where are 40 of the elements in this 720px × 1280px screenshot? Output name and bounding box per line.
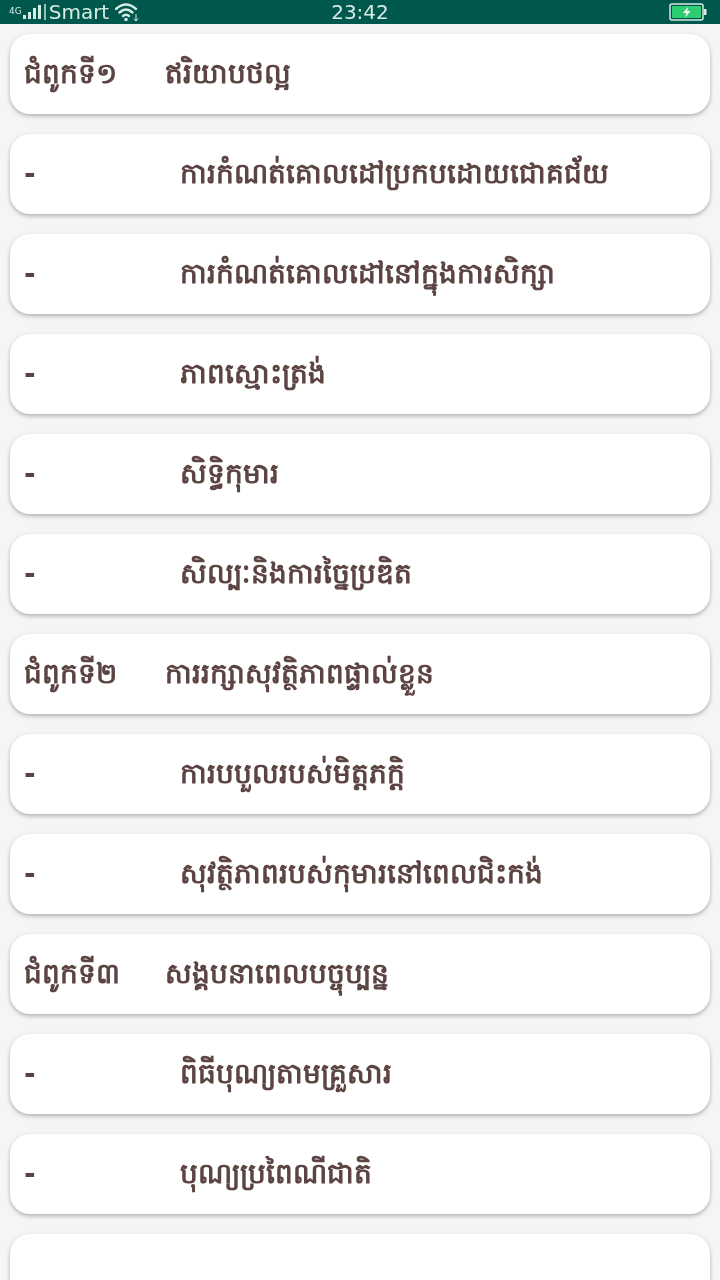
chapter-number: ជំពូកទី១ [24,53,165,95]
dash-marker: - [24,1156,37,1192]
lesson-title: ពិធីបុណ្យតាមគ្រួសារ [180,1053,392,1095]
lesson-title: បុណ្យប្រពៃណីជាតិ [180,1153,372,1195]
lesson-title: ភាពស្មោះត្រង់ [180,354,326,393]
dash-marker: - [24,756,37,792]
dash-marker: - [24,556,37,592]
chapter-item[interactable]: ជំពូកទី២ ការរក្សាសុវត្ថិភាពផ្ទាល់ខ្លួន [10,634,710,714]
chapter-item[interactable]: ជំពូកទី១ ឥរិយាបថល្អ [10,34,710,114]
lesson-item[interactable]: - បុណ្យប្រពៃណីជាតិ [10,1134,710,1214]
lesson-item[interactable]: - ភាពស្មោះត្រង់ [10,334,710,414]
chapter-item[interactable]: ជំពូកទី៣ សង្គបនាពេលបច្ចុប្បន្ន [10,934,710,1014]
lesson-title: ការកំណត់គោលដៅប្រកបដោយជោគជ័យ [180,154,609,193]
dash-marker: - [24,156,37,192]
lesson-title: សិទ្ធិកុមារ [180,453,279,495]
dash-marker: - [24,256,37,292]
lesson-item[interactable]: - សិទ្ធិកុមារ [10,434,710,514]
lesson-item[interactable]: - ការបបួលរបស់មិត្តភក្តិ [10,734,710,814]
chapter-number: ជំពូកទី៣ [24,953,165,995]
lesson-item[interactable]: - ពិធីបុណ្យតាមគ្រួសារ [10,1034,710,1114]
clock-time: 23:42 [331,0,389,24]
dash-marker: - [24,1056,37,1092]
lesson-item[interactable]: - សុវត្ថិភាពរបស់កុមារនៅពេលជិះកង់ [10,834,710,914]
chapter-title: សង្គបនាពេលបច្ចុប្បន្ន [165,953,389,995]
chapter-title: ការរក្សាសុវត្ថិភាពផ្ទាល់ខ្លួន [165,653,434,695]
lesson-title: ការបបួលរបស់មិត្តភក្តិ [180,753,405,795]
chapter-number: ជំពូកទី២ [24,653,165,695]
network-type: 4G [9,6,22,16]
carrier-name: Smart [48,0,110,24]
signal-icon [22,5,41,19]
dash-marker: - [24,856,37,892]
lesson-item[interactable]: - ការកំណត់គោលដៅនៅក្នុងការសិក្សា [10,234,710,314]
chapter-title: ឥរិយាបថល្អ [165,54,291,93]
lesson-title: ការកំណត់គោលដៅនៅក្នុងការសិក្សា [180,253,555,295]
lesson-item[interactable]: - ការកំណត់គោលដៅប្រកបដោយជោគជ័យ [10,134,710,214]
lesson-title: សុវត្ថិភាពរបស់កុមារនៅពេលជិះកង់ [180,853,543,895]
lesson-item[interactable]: - សិល្បៈនិងការច្នៃប្រឌិត [10,534,710,614]
lesson-title: សិល្បៈនិងការច្នៃប្រឌិត [180,554,412,593]
dash-marker: - [24,456,37,492]
dash-marker: - [24,356,37,392]
